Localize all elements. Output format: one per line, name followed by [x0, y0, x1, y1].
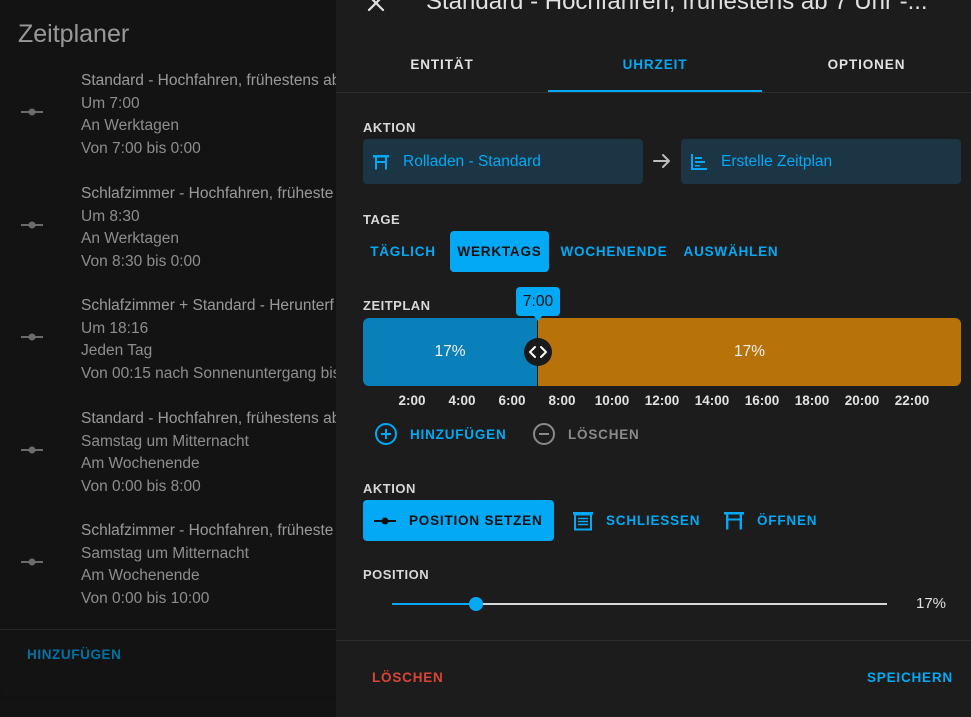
timeline-tick-label: 8:00 — [548, 393, 576, 408]
blinds-open-icon — [373, 154, 389, 169]
scheduler-card: Zeitplaner Standard - Hochfahren, frühes… — [0, 0, 340, 696]
save-button[interactable]: SPEICHERN — [867, 670, 953, 685]
add-schedule-button[interactable]: HINZUFÜGEN — [27, 647, 122, 662]
dialog-title: Standard - Hochfahren, frühestens ab 7 U… — [426, 0, 928, 15]
set-position-label: POSITION SETZEN — [409, 513, 543, 528]
position-slider-fill — [392, 603, 477, 605]
days-section-label: TAGE — [363, 212, 401, 227]
close-blinds-label: SCHLIESSEN — [606, 513, 701, 528]
next-card-edge — [0, 700, 340, 717]
schedule-item-title: Schlafzimmer - Hochfahren, früheste — [81, 185, 334, 202]
timeline-segment[interactable]: 17% — [363, 318, 537, 386]
blinds-closed-icon — [573, 511, 593, 530]
schedule-item-days: Am Wochenende — [81, 455, 200, 472]
card-title: Zeitplaner — [18, 20, 130, 48]
add-segment-label: HINZUFÜGEN — [410, 426, 507, 442]
entity-selector[interactable]: Rolladen - Standard — [363, 139, 643, 184]
slider-icon — [374, 517, 396, 524]
timeline-icon — [691, 153, 707, 170]
resize-horizontal-icon — [529, 346, 547, 358]
blinds-open-icon — [724, 511, 744, 529]
position-slider-thumb[interactable] — [469, 597, 484, 611]
delete-segment-label: LÖSCHEN — [568, 426, 640, 442]
position-section-label: POSITION — [363, 567, 430, 582]
action-selector[interactable]: Erstelle Zeitplan — [681, 139, 961, 184]
position-value: 17% — [916, 595, 947, 612]
slider-icon — [21, 333, 43, 341]
schedule-item-range: Von 8:30 bis 0:00 — [81, 252, 201, 270]
tooltip-pointer — [533, 315, 543, 321]
timeline-tick-label: 20:00 — [844, 393, 880, 408]
schedule-item-title: Schlafzimmer + Standard - Herunterf — [81, 297, 334, 314]
slider-icon — [21, 108, 43, 116]
schedule-item-days: An Werktagen — [81, 117, 179, 134]
schedule-item-title: Standard - Hochfahren, frühestens ab — [81, 72, 340, 89]
timeline-segment[interactable]: 17% — [538, 318, 961, 386]
schedule-item-range: Von 00:15 nach Sonnenuntergang bis — [81, 364, 340, 382]
dialog-header: Standard - Hochfahren, frühestens ab 7 U… — [336, 0, 971, 36]
card-divider — [0, 629, 340, 630]
schedule-item[interactable]: Schlafzimmer - Hochfahren, früheste Um 8… — [0, 183, 340, 283]
schedule-item-time: Um 8:30 — [81, 207, 140, 225]
plus-circle-icon — [375, 423, 397, 445]
footer-divider — [336, 640, 971, 641]
schedule-item-time: Samstag um Mitternacht — [81, 432, 249, 450]
schedule-timeline[interactable]: 17% 17% — [363, 318, 961, 386]
open-blinds-button[interactable]: ÖFFNEN — [713, 500, 823, 541]
tab-bar: ENTITÄT UHRZEIT OPTIONEN — [336, 36, 971, 92]
days-weekend-button[interactable]: WOCHENENDE — [556, 231, 672, 272]
schedule-item-title: Schlafzimmer - Hochfahren, früheste — [81, 522, 334, 539]
days-workdays-button[interactable]: WERKTAGS — [450, 231, 549, 272]
timeline-tick-label: 6:00 — [498, 393, 526, 408]
schedule-item-time: Um 7:00 — [81, 94, 140, 112]
schedule-item-days: Jeden Tag — [81, 342, 153, 359]
close-blinds-button[interactable]: SCHLIESSEN — [562, 500, 702, 541]
schedule-item[interactable]: Standard - Hochfahren, frühestens ab Sam… — [0, 408, 340, 508]
close-icon[interactable] — [364, 0, 388, 15]
schedule-item[interactable]: Schlafzimmer - Hochfahren, früheste Sams… — [0, 520, 340, 620]
set-position-button[interactable]: POSITION SETZEN — [363, 500, 554, 541]
schedule-item[interactable]: Schlafzimmer + Standard - Herunterf Um 1… — [0, 295, 340, 395]
tab-options[interactable]: OPTIONEN — [762, 36, 971, 92]
schedule-item-range: Von 0:00 bis 8:00 — [81, 477, 201, 495]
schedule-item-title: Standard - Hochfahren, frühestens ab — [81, 410, 340, 427]
schedule-item-time: Um 18:16 — [81, 319, 149, 337]
days-custom-button[interactable]: AUSWÄHLEN — [679, 231, 783, 272]
open-blinds-label: ÖFFNEN — [757, 513, 818, 528]
segment-action-label: AKTION — [363, 481, 416, 496]
schedule-item[interactable]: Standard - Hochfahren, frühestens ab Um … — [0, 70, 340, 170]
handle-time-tooltip: 7:00 — [516, 287, 560, 316]
timeline-tick-label: 18:00 — [794, 393, 830, 408]
timeline-tick-label: 14:00 — [694, 393, 730, 408]
timeline-tick-label: 22:00 — [894, 393, 930, 408]
arrow-right-icon — [653, 154, 670, 168]
tab-entity[interactable]: ENTITÄT — [336, 36, 548, 92]
schedule-item-range: Von 0:00 bis 10:00 — [81, 589, 210, 607]
schedule-editor-dialog: Standard - Hochfahren, frühestens ab 7 U… — [336, 0, 971, 717]
tab-time[interactable]: UHRZEIT — [548, 36, 762, 92]
add-segment-button[interactable]: HINZUFÜGEN — [374, 421, 507, 447]
tabs-divider — [336, 92, 971, 93]
timeline-tick-label: 4:00 — [448, 393, 476, 408]
timeline-tick-label: 12:00 — [644, 393, 680, 408]
timeline-tick-label: 2:00 — [398, 393, 426, 408]
schedule-item-time: Samstag um Mitternacht — [81, 544, 249, 562]
timeline-tick-label: 16:00 — [744, 393, 780, 408]
delete-segment-button[interactable]: LÖSCHEN — [532, 421, 640, 447]
days-daily-button[interactable]: TÄGLICH — [363, 231, 443, 272]
timeline-tick-label: 10:00 — [594, 393, 630, 408]
slider-icon — [21, 221, 43, 229]
entity-name: Rolladen - Standard — [403, 152, 541, 170]
segment-drag-handle[interactable] — [524, 338, 552, 366]
schedule-section-label: ZEITPLAN — [363, 298, 431, 313]
schedule-item-days: An Werktagen — [81, 230, 179, 247]
schedule-item-range: Von 7:00 bis 0:00 — [81, 139, 201, 157]
schedule-item-days: Am Wochenende — [81, 567, 200, 584]
delete-button[interactable]: LÖSCHEN — [372, 670, 444, 685]
action-section-label: AKTION — [363, 120, 416, 135]
minus-circle-icon — [533, 423, 555, 445]
slider-icon — [21, 558, 43, 566]
slider-icon — [21, 446, 43, 454]
action-name: Erstelle Zeitplan — [721, 152, 833, 170]
